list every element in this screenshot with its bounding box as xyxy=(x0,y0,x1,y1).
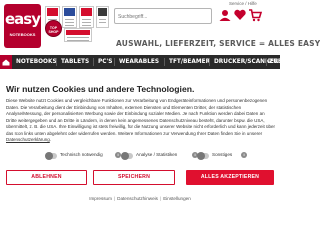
top-shop-seal: TOP SHOP xyxy=(45,20,62,37)
award-badge-3 xyxy=(79,6,94,28)
wishlist-icon[interactable] xyxy=(233,8,247,22)
info-icon[interactable]: i xyxy=(241,152,247,158)
privacy-link[interactable]: Datenschutzerklärung xyxy=(6,137,50,142)
toggle-switch-technical[interactable] xyxy=(45,152,57,160)
slogan: AUSWAHL, LIEFERZEIT, SERVICE = ALLES EAS… xyxy=(116,39,320,48)
cookie-text: Diese Website nutzt Cookies und vergleic… xyxy=(6,98,276,144)
logo-text: easy xyxy=(4,10,41,28)
settings-link[interactable]: Einstellungen xyxy=(163,196,191,201)
easy-logo[interactable]: easy NOTEBOOKS xyxy=(4,4,41,48)
accept-all-button[interactable]: ALLES AKZEPTIEREN xyxy=(186,170,274,185)
award-badge-2 xyxy=(62,6,77,28)
toggle-label-technical: Technisch notwendig xyxy=(60,152,103,157)
nav-item-tablets[interactable]: TABLETS xyxy=(61,55,89,69)
nav-item-wearables[interactable]: WEARABLES xyxy=(119,55,159,69)
cookie-text-body: Diese Website nutzt Cookies und vergleic… xyxy=(6,98,276,136)
award-badge-4 xyxy=(96,6,109,28)
toggle-switch-other[interactable] xyxy=(197,152,209,160)
toggle-switch-analytics[interactable] xyxy=(121,152,133,160)
save-button[interactable]: SPEICHERN xyxy=(93,170,175,185)
home-icon xyxy=(2,59,10,66)
nav-item-zubehoer[interactable]: ZUBE xyxy=(269,55,280,69)
toggle-label-other: Sonstiges xyxy=(212,152,233,157)
category-nav: NOTEBOOKS TABLETS PC'S WEARABLES TFT/BEA… xyxy=(0,55,280,69)
cart-icon[interactable] xyxy=(248,8,262,22)
privacy-notice-link[interactable]: Datenschutzhinweis xyxy=(117,196,158,201)
imprint-link[interactable]: Impressum xyxy=(89,196,112,201)
cookie-footer-links: Impressum | Datenschutzhinweis | Einstellung… xyxy=(89,196,191,201)
top-shop-seal-text: TOP SHOP xyxy=(48,26,59,34)
site-header: easy NOTEBOOKS TOP SHOP Suchbegriff... S… xyxy=(0,0,320,55)
toggle-label-analytics: Analyse / Statistiken xyxy=(136,152,178,157)
nav-item-tft-beamer[interactable]: TFT/BEAMER xyxy=(169,55,210,69)
reject-button[interactable]: ABLEHNEN xyxy=(6,170,87,185)
nav-item-notebooks[interactable]: NOTEBOOKS xyxy=(16,55,57,69)
cookie-title: Wir nutzen Cookies und andere Technologi… xyxy=(6,84,195,94)
service-link[interactable]: Service / Hilfe xyxy=(229,1,257,6)
award-badge-5 xyxy=(64,28,92,42)
cookie-text-end: . xyxy=(49,137,52,142)
search-box[interactable] xyxy=(114,8,212,24)
account-icon[interactable] xyxy=(218,8,232,22)
nav-item-pcs[interactable]: PC'S xyxy=(98,55,112,69)
home-button[interactable] xyxy=(0,55,12,69)
search-input[interactable] xyxy=(118,11,208,22)
logo-subtext: NOTEBOOKS xyxy=(9,32,36,37)
